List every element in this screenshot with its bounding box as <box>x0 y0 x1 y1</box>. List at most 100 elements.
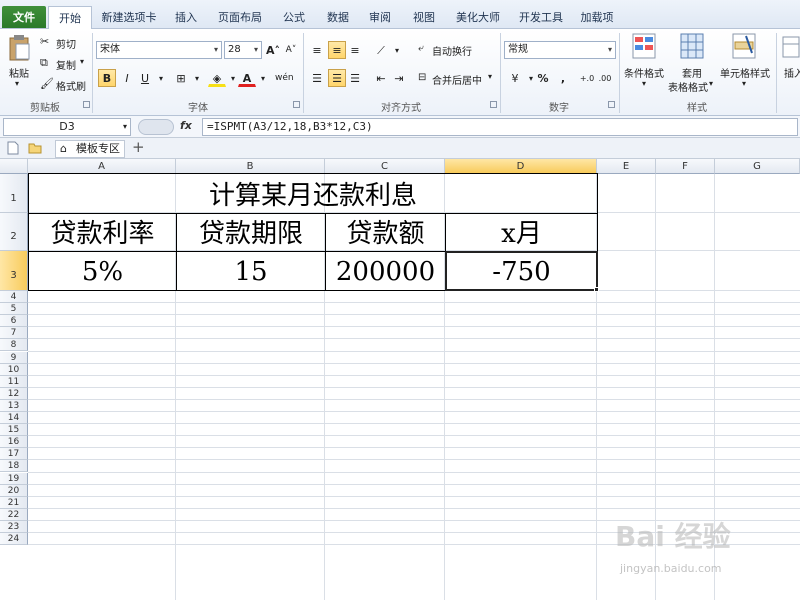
tab-home[interactable]: 开始 <box>48 6 92 30</box>
table-format-button-2[interactable]: 表格格式 <box>668 79 708 94</box>
conditional-dropdown-icon[interactable]: ▾ <box>642 79 646 88</box>
row-header[interactable]: 19 <box>0 472 28 485</box>
tab-view[interactable]: 视图 <box>404 6 444 29</box>
row-header[interactable]: 3 <box>0 251 28 291</box>
orientation-dropdown-icon[interactable]: ▾ <box>388 41 406 59</box>
font-name-combo[interactable]: 宋体 ▾ <box>96 41 222 59</box>
row-header[interactable]: 23 <box>0 520 28 533</box>
tab-developer[interactable]: 开发工具 <box>512 6 570 29</box>
font-color-dropdown-icon[interactable]: ▾ <box>254 69 272 87</box>
format-painter-icon[interactable]: 🖌 <box>40 77 54 90</box>
column-header[interactable]: C <box>325 159 445 174</box>
alignment-launcher-icon[interactable] <box>490 101 497 108</box>
comma-icon[interactable]: , <box>554 69 572 87</box>
column-header[interactable]: A <box>28 159 176 174</box>
row-header[interactable]: 17 <box>0 448 28 461</box>
row-header[interactable]: 8 <box>0 339 28 352</box>
phonetic-icon[interactable]: wén <box>274 69 294 87</box>
header-cell-amount[interactable]: 贷款额 <box>325 213 446 252</box>
copy-dropdown-icon[interactable]: ▾ <box>80 57 84 66</box>
tab-new[interactable]: 新建选项卡 <box>96 6 162 29</box>
merge-dropdown-icon[interactable]: ▾ <box>488 72 492 81</box>
cut-button[interactable]: 剪切 <box>56 36 76 51</box>
number-launcher-icon[interactable] <box>608 101 615 108</box>
row-header[interactable]: 20 <box>0 484 28 497</box>
cell-styles-dropdown-icon[interactable]: ▾ <box>742 79 746 88</box>
tab-file[interactable]: 文件 <box>2 6 46 28</box>
insert-button[interactable]: 插入 <box>784 65 800 80</box>
tab-beautify[interactable]: 美化大师 <box>448 6 508 29</box>
insert-function-icon[interactable]: fx <box>180 119 192 132</box>
row-header[interactable]: 16 <box>0 436 28 449</box>
row-header[interactable]: 9 <box>0 351 28 364</box>
value-cell-rate[interactable]: 5% <box>28 251 177 291</box>
align-top-icon[interactable]: ≡ <box>308 41 326 59</box>
tab-data[interactable]: 数据 <box>318 6 358 29</box>
row-header[interactable]: 2 <box>0 213 28 251</box>
cut-icon[interactable]: ✂ <box>40 35 49 48</box>
row-header[interactable]: 14 <box>0 412 28 425</box>
title-cell[interactable]: 计算某月还款利息 <box>28 173 598 214</box>
conditional-format-icon[interactable] <box>632 33 656 59</box>
align-middle-icon[interactable]: ≡ <box>328 41 346 59</box>
row-header[interactable]: 7 <box>0 327 28 340</box>
merge-center-icon[interactable]: ⊟ <box>418 72 426 83</box>
grow-font-icon[interactable]: A˄ <box>264 41 282 59</box>
name-box[interactable]: D3 ▾ <box>3 118 131 136</box>
wrap-text-button[interactable]: 自动换行 <box>432 43 472 58</box>
row-header[interactable]: 18 <box>0 460 28 473</box>
decrease-indent-icon[interactable]: ⇤ <box>372 69 390 87</box>
shrink-font-icon[interactable]: A˅ <box>282 41 300 59</box>
increase-indent-icon[interactable]: ⇥ <box>390 69 408 87</box>
align-bottom-icon[interactable]: ≡ <box>346 41 364 59</box>
fill-handle[interactable] <box>594 287 599 292</box>
row-header[interactable]: 12 <box>0 387 28 400</box>
wrap-text-icon[interactable]: ⤶ <box>418 43 424 54</box>
table-format-dropdown-icon[interactable]: ▾ <box>709 79 713 88</box>
row-header[interactable]: 22 <box>0 508 28 521</box>
table-format-button[interactable]: 套用 <box>682 65 702 80</box>
column-header[interactable]: B <box>176 159 325 174</box>
row-header[interactable]: 6 <box>0 315 28 328</box>
chevron-down-icon[interactable]: ▾ <box>123 119 127 135</box>
font-launcher-icon[interactable] <box>293 101 300 108</box>
header-cell-term[interactable]: 贷款期限 <box>176 213 326 252</box>
row-header[interactable]: 24 <box>0 533 28 546</box>
formula-input[interactable]: =ISPMT(A3/12,18,B3*12,C3) <box>202 118 798 136</box>
row-header[interactable]: 5 <box>0 303 28 316</box>
paste-icon[interactable] <box>8 33 32 63</box>
select-all-corner[interactable] <box>0 159 28 174</box>
column-header[interactable]: G <box>715 159 800 174</box>
column-header[interactable]: D <box>445 159 597 174</box>
column-header[interactable]: E <box>597 159 656 174</box>
align-right-icon[interactable]: ☰ <box>346 69 364 87</box>
row-header[interactable]: 11 <box>0 375 28 388</box>
tab-review[interactable]: 审阅 <box>360 6 400 29</box>
add-tab-icon[interactable]: + <box>132 138 145 156</box>
conditional-format-button[interactable]: 条件格式 <box>624 65 664 80</box>
row-header[interactable]: 1 <box>0 174 28 213</box>
align-left-icon[interactable]: ☰ <box>308 69 326 87</box>
tab-addins[interactable]: 加载项 <box>574 6 620 29</box>
underline-dropdown-icon[interactable]: ▾ <box>152 69 170 87</box>
paste-dropdown-icon[interactable]: ▾ <box>15 79 19 88</box>
header-cell-month[interactable]: x月 <box>445 213 598 252</box>
merge-center-button[interactable]: 合并后居中 <box>432 72 482 87</box>
new-document-icon[interactable] <box>6 141 20 155</box>
value-cell-term[interactable]: 15 <box>176 251 326 291</box>
chevron-down-icon[interactable]: ▾ <box>254 42 258 58</box>
row-header[interactable]: 15 <box>0 424 28 437</box>
number-format-combo[interactable]: 常规 ▾ <box>504 41 616 59</box>
clipboard-launcher-icon[interactable] <box>83 101 90 108</box>
bold-icon[interactable]: B <box>98 69 116 87</box>
tab-formulas[interactable]: 公式 <box>274 6 314 29</box>
row-header[interactable]: 4 <box>0 291 28 304</box>
increase-decimal-icon[interactable]: +.0 <box>578 69 596 87</box>
align-center-icon[interactable]: ☰ <box>328 69 346 87</box>
table-format-icon[interactable] <box>680 33 704 59</box>
header-cell-rate[interactable]: 贷款利率 <box>28 213 177 252</box>
tab-insert[interactable]: 插入 <box>166 6 206 29</box>
format-painter-button[interactable]: 格式刷 <box>56 78 86 93</box>
paste-button[interactable]: 粘贴 <box>9 65 29 80</box>
chevron-down-icon[interactable]: ▾ <box>608 42 612 58</box>
